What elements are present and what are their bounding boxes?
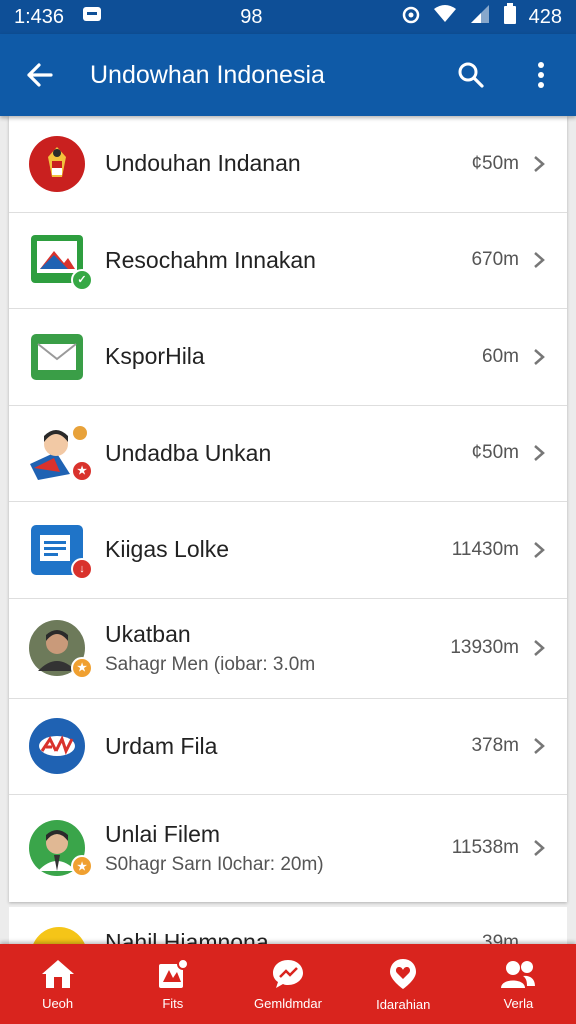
nav-item-location[interactable]: Idarahian: [346, 944, 461, 1024]
signal-icon: [469, 4, 491, 30]
person-photo-icon: ★: [9, 599, 105, 698]
nav-item-profile[interactable]: Verla: [461, 944, 576, 1024]
item-subtitle: Sahagr Men (iobar: 3.0m: [105, 653, 316, 675]
status-center-text: 98: [240, 5, 263, 28]
brand-logo-icon: [9, 699, 105, 795]
pin-badge-icon: ★: [71, 855, 93, 877]
download-badge-icon: ↓: [71, 558, 93, 580]
chevron-right-icon: [533, 639, 567, 657]
item-name: Undouhan Indanan: [105, 150, 301, 177]
list-item[interactable]: ★ Unlai Filem S0hagr Sarn I0char: 20m) 1…: [9, 795, 567, 901]
list-item[interactable]: ★ Undadba Unkan ¢50m: [9, 406, 567, 502]
item-size: 13930m: [450, 637, 519, 658]
chat-trend-icon: [273, 959, 303, 988]
item-size: 11430m: [451, 538, 519, 560]
chevron-right-icon: [533, 155, 567, 173]
chevron-right-icon: [533, 348, 567, 366]
item-size: 11538m: [451, 837, 519, 858]
item-size: 60m: [482, 345, 519, 367]
back-button[interactable]: [0, 34, 78, 116]
arrow-back-icon: [27, 63, 53, 87]
item-size: 378m: [471, 735, 519, 757]
pin-badge-icon: ★: [71, 459, 93, 482]
list-item[interactable]: Urdam Fila 378m: [9, 699, 567, 795]
people-icon: [501, 960, 536, 988]
chevron-right-icon: [533, 737, 567, 755]
item-name: KsporHila: [105, 343, 205, 370]
nav-item-files[interactable]: Fits: [115, 944, 230, 1024]
more-vert-icon: [538, 62, 544, 88]
wifi-icon: [433, 5, 457, 29]
battery-level: 428: [528, 5, 562, 28]
chevron-right-icon: [533, 839, 567, 857]
item-name: Undadba Unkan: [105, 439, 272, 466]
nav-label: Gemldmdar: [254, 995, 322, 1011]
list-item[interactable]: KsporHila 60m: [9, 309, 567, 406]
chevron-right-icon: [533, 251, 567, 269]
item-size: ¢50m: [471, 152, 519, 174]
location-heart-icon: [390, 958, 417, 989]
alarm-icon: [401, 4, 421, 30]
chevron-right-icon: [533, 444, 567, 462]
document-icon: ↓: [9, 502, 105, 598]
chevron-right-icon: [533, 541, 567, 559]
page-title: Undowhan Indonesia: [90, 60, 325, 89]
person-photo-icon: ★: [9, 795, 105, 901]
item-name: Urdam Fila: [105, 732, 218, 759]
nav-label: Verla: [503, 995, 534, 1011]
notification-icon: [82, 5, 102, 29]
search-icon: [458, 62, 484, 88]
files-icon: [158, 957, 189, 988]
search-button[interactable]: [436, 34, 506, 116]
item-name: Ukatban: [105, 620, 191, 647]
nav-label: Idarahian: [376, 996, 431, 1012]
item-name: Unlai Filem: [105, 820, 221, 847]
nav-item-messages[interactable]: Gemldmdar: [230, 944, 345, 1024]
item-subtitle: S0hagr Sarn I0char: 20m): [105, 853, 324, 875]
image-file-icon: ✓: [9, 213, 105, 309]
list-item[interactable]: ✓ Resochahm Innakan 670m: [9, 213, 567, 309]
download-list: Undouhan Indanan ¢50m ✓ Resochahm Innaka…: [9, 116, 567, 902]
status-bar: 1:436 98 428: [0, 0, 576, 34]
item-name: Resochahm Innakan: [105, 246, 316, 273]
item-name: Kiigas Lolke: [105, 536, 230, 563]
nav-item-home[interactable]: Ueoh: [0, 944, 115, 1024]
check-badge-icon: ✓: [71, 268, 93, 291]
list-item[interactable]: Undouhan Indanan ¢50m: [9, 116, 567, 213]
list-item[interactable]: ★ Ukatban Sahagr Men (iobar: 3.0m 13930m: [9, 599, 567, 699]
app-bar: Undowhan Indonesia: [0, 34, 576, 116]
status-time: 1:436: [14, 5, 65, 28]
bottom-nav: Ueoh Fits Gemldmdar Idarahian Verla: [0, 944, 576, 1024]
battery-icon: [503, 3, 517, 31]
star-badge-icon: [73, 425, 87, 440]
item-size: 670m: [471, 249, 519, 271]
home-icon: [41, 959, 74, 988]
list-item[interactable]: ↓ Kiigas Lolke 11430m: [9, 502, 567, 599]
nav-label: Fits: [162, 995, 184, 1011]
pin-badge-icon: ★: [71, 656, 93, 679]
item-size: ¢50m: [471, 442, 519, 464]
emblem-icon: [9, 116, 105, 212]
person-icon: ★: [9, 406, 105, 502]
nav-label: Ueoh: [42, 995, 74, 1011]
more-options-button[interactable]: [506, 34, 576, 116]
mail-icon: [9, 309, 105, 405]
